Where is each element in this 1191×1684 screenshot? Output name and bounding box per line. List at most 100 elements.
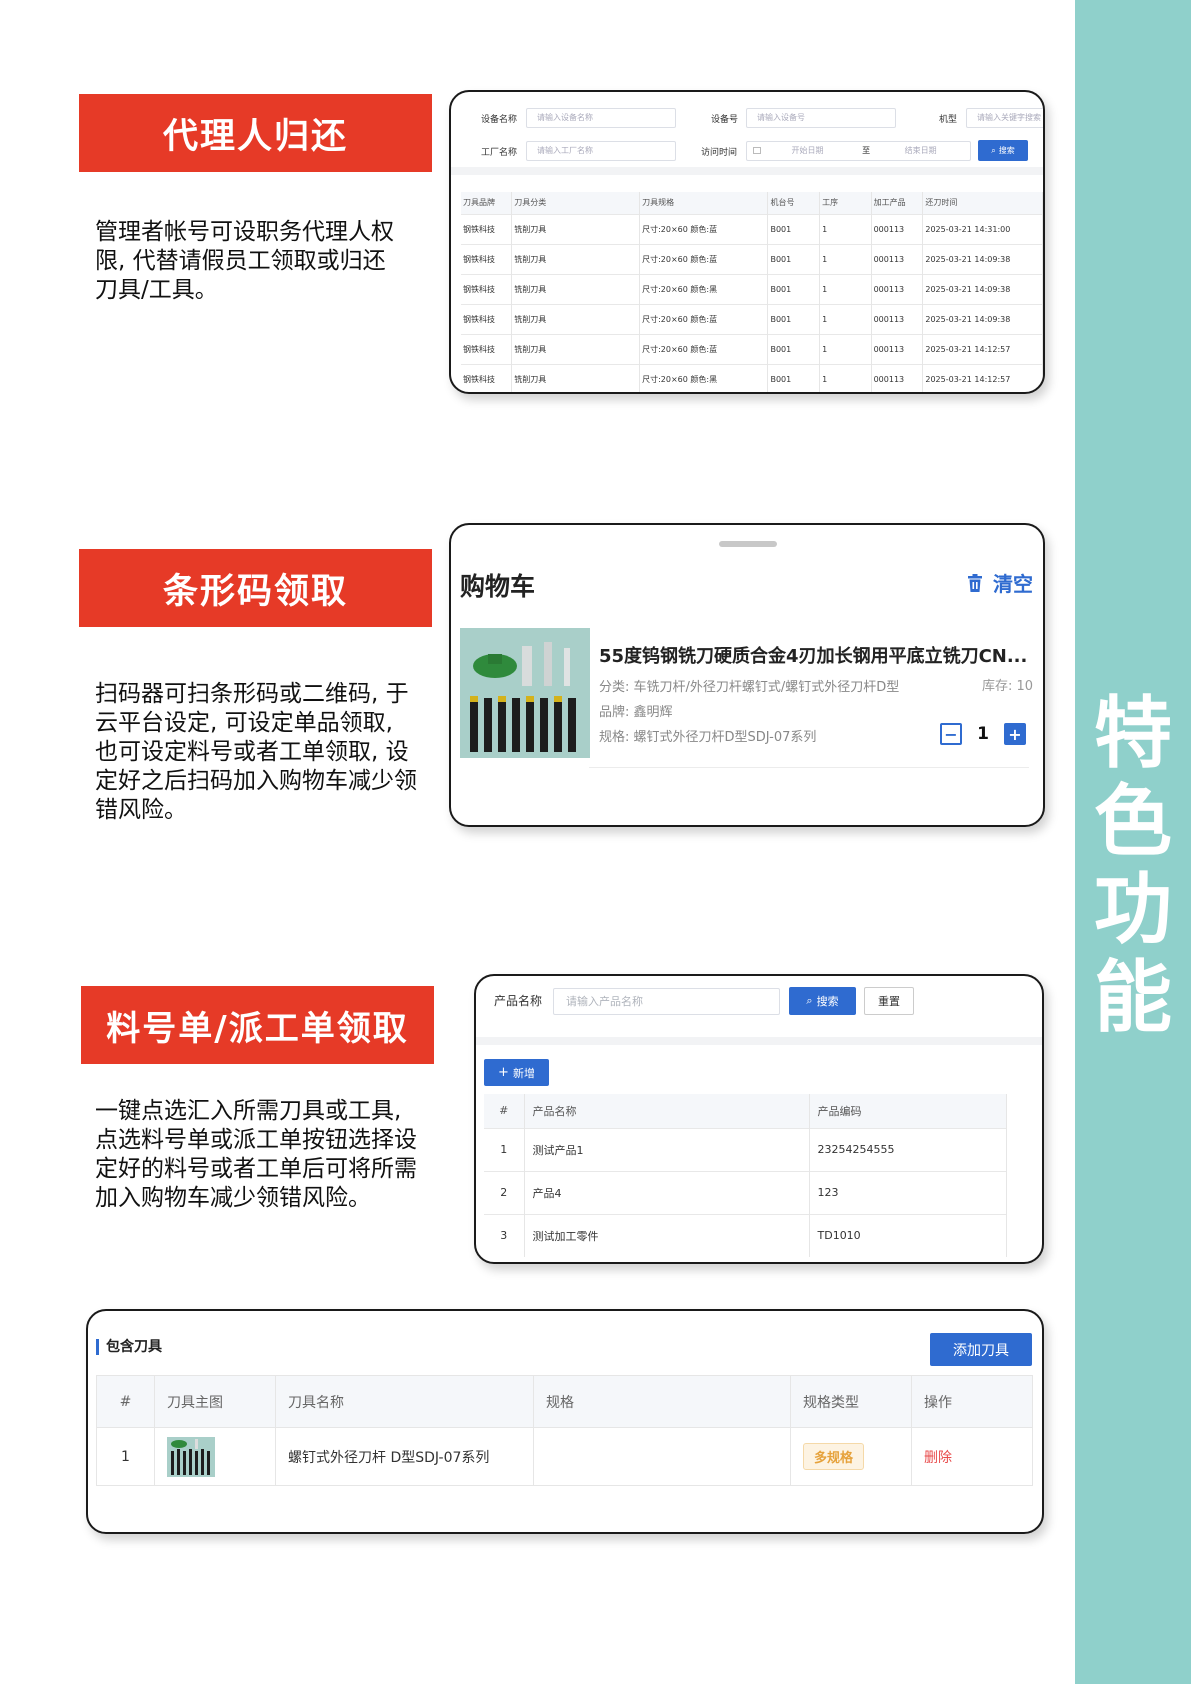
desc-proxy: 管理者帐号可设职务代理人权 限, 代替请假员工领取或归还 刀具/工具。 [95,219,394,303]
col-header: 刀具规格 [639,192,769,214]
table-cell: 2025-03-21 14:31:00 [922,213,1043,244]
table-cell: 铣削刀具 [511,273,641,304]
tool-thumbnail [167,1436,215,1477]
drag-handle[interactable] [719,541,777,547]
table-cell: 钢铁科技 [461,303,513,334]
table-cell: 3 [484,1213,525,1257]
col-header: # [484,1094,525,1128]
table-cell: TD1010 [809,1213,1007,1257]
col-header: 刀具品牌 [461,192,513,214]
table-row: 钢铁科技 铣削刀具 尺寸:20×60 颜色:蓝 B001 1 000113 2025-03-… [461,243,1043,274]
action-cell: 删除 [911,1427,1033,1486]
product-list-card: 产品名称 请输入产品名称 ⌕ 搜索 重置 + 新增 # 产品名称 产品编码 1 测试产… [474,974,1044,1264]
side-title: 特 色 功 能 [1075,690,1191,1042]
table-row: 钢铁科技 铣削刀具 尺寸:20×60 颜色:黑 B001 1 000113 2025-03-… [461,363,1043,392]
table-cell: 测试加工零件 [524,1213,810,1257]
reset-button[interactable]: 重置 [864,987,914,1015]
desc-barcode: 扫码器可扫条形码或二维码, 于 云平台设定, 可设定单品领取, 也可设定料号或者… [95,681,417,823]
side-char: 功 [1093,865,1172,955]
search-button[interactable]: ⌕ 搜索 [789,987,856,1015]
table-row: 1 测试产品1 23254254555 [484,1127,1007,1171]
table-cell: 2025-03-21 14:09:38 [922,303,1043,334]
table-cell: 23254254555 [809,1127,1007,1171]
qty-value: 1 [977,724,989,744]
table-cell: 测试产品1 [524,1127,810,1171]
table-cell: 铣削刀具 [511,303,641,334]
col-header: 还刀时间 [922,192,1043,214]
search-button[interactable]: ⌕ 搜索 [978,140,1028,161]
divider [451,167,1043,175]
table-cell: 钢铁科技 [461,363,513,392]
section-title: 包含刀具 [96,1339,162,1355]
table-cell: 1 [819,363,872,392]
label-device-name: 设备名称 [481,115,518,125]
device-name-input[interactable]: 请输入设备名称 [526,108,676,128]
tool-thumbnail-cell [154,1427,276,1486]
table-cell: 尺寸:20×60 颜色:蓝 [639,243,769,274]
date-separator: 至 [862,146,871,155]
table-cell: 2 [484,1170,525,1214]
table-cell: 尺寸:20×60 颜色:蓝 [639,333,769,364]
side-char: 能 [1093,953,1172,1043]
product-name[interactable]: 55度钨钢铣刀硬质合金4刃加长钢用平底立铣刀CN... [599,642,1027,668]
table-row: 钢铁科技 铣削刀具 尺寸:20×60 颜色:蓝 B001 1 000113 2025-03-… [461,213,1043,244]
proxy-return-card: 设备名称 请输入设备名称 设备号 请输入设备号 机型 请输入关键字搜索 工厂名称… [449,90,1045,394]
table-cell: 1 [484,1127,525,1171]
table-cell: 000113 [871,273,924,304]
col-header: 工序 [819,192,872,214]
table-cell: 铣削刀具 [511,363,641,392]
product-brand: 品牌: 鑫明辉 [599,705,673,720]
table-cell: B001 [767,273,821,304]
table-cell: 123 [809,1170,1007,1214]
banner-barcode: 条形码领取 [79,549,432,627]
table-cell: 1 [819,273,872,304]
product-stock: 库存: 10 [981,679,1033,694]
divider [476,1037,1042,1045]
product-category: 分类: 车铣刀杆/外径刀杆螺钉式/螺钉式外径刀杆D型 [599,680,900,695]
col-header: 加工产品 [871,192,924,214]
label-visit-time: 访问时间 [701,148,738,158]
qty-minus-button[interactable]: − [940,723,962,745]
qty-plus-button[interactable]: + [1004,723,1026,745]
col-header: 机台号 [767,192,821,214]
table-cell: 钢铁科技 [461,213,513,244]
clear-button[interactable]: 清空 [965,568,1033,597]
banner-workorder: 料号单/派工单领取 [81,986,434,1064]
table-cell: 铣削刀具 [511,213,641,244]
col-header: 操作 [911,1375,1033,1428]
date-range-input[interactable]: 开始日期 至 结束日期 [746,141,971,161]
start-date: 开始日期 [791,146,824,155]
table-cell: 000113 [871,303,924,334]
table-cell: 尺寸:20×60 颜色:黑 [639,273,769,304]
table-cell: 1 [819,213,872,244]
delete-link[interactable]: 删除 [924,1450,952,1466]
table-cell: B001 [767,303,821,334]
add-button[interactable]: + 新增 [484,1059,549,1086]
factory-input[interactable]: 请输入工厂名称 [526,141,676,161]
add-tool-button[interactable]: 添加刀具 [930,1333,1032,1366]
row-number: 1 [96,1427,155,1486]
table-cell: 产品4 [524,1170,810,1214]
table-cell: B001 [767,213,821,244]
calendar-icon [753,147,761,154]
table-cell: 钢铁科技 [461,243,513,274]
col-header: # [96,1375,155,1428]
table-cell: 钢铁科技 [461,333,513,364]
table-header: 刀具品牌 刀具分类 刀具规格 机台号 工序 加工产品 还刀时间 [461,192,1043,214]
device-no-input[interactable]: 请输入设备号 [746,108,896,128]
divider [589,767,1029,768]
tools-card: 包含刀具 添加刀具 # 刀具主图 刀具名称 规格 规格类型 操作 1 螺钉式外径… [86,1309,1044,1534]
tool-name: 螺钉式外径刀杆 D型SDJ-07系列 [275,1427,534,1486]
table-cell: 尺寸:20×60 颜色:蓝 [639,213,769,244]
col-header: 刀具分类 [511,192,641,214]
desc-workorder: 一键点选汇入所需刀具或工具, 点选料号单或派工单按钮选择设 定好的料号或者工单后… [95,1098,417,1211]
col-header: 规格 [533,1375,791,1428]
spec-type-tag: 多规格 [803,1443,865,1470]
table-cell: 尺寸:20×60 颜色:蓝 [639,303,769,334]
cart-card: 购物车 清空 55度钨钢铣刀硬质合金4刃加长钢用平底立铣刀CN... 分类: 车… [449,523,1045,827]
table-cell: 000113 [871,333,924,364]
table-row: 2 产品4 123 [484,1170,1007,1214]
product-name-input[interactable]: 请输入产品名称 [553,988,780,1015]
table-row: 1 螺钉式外径刀杆 D型SDJ-07系列 多规格 删除 [96,1427,1033,1486]
model-input[interactable]: 请输入关键字搜索 [966,108,1043,128]
